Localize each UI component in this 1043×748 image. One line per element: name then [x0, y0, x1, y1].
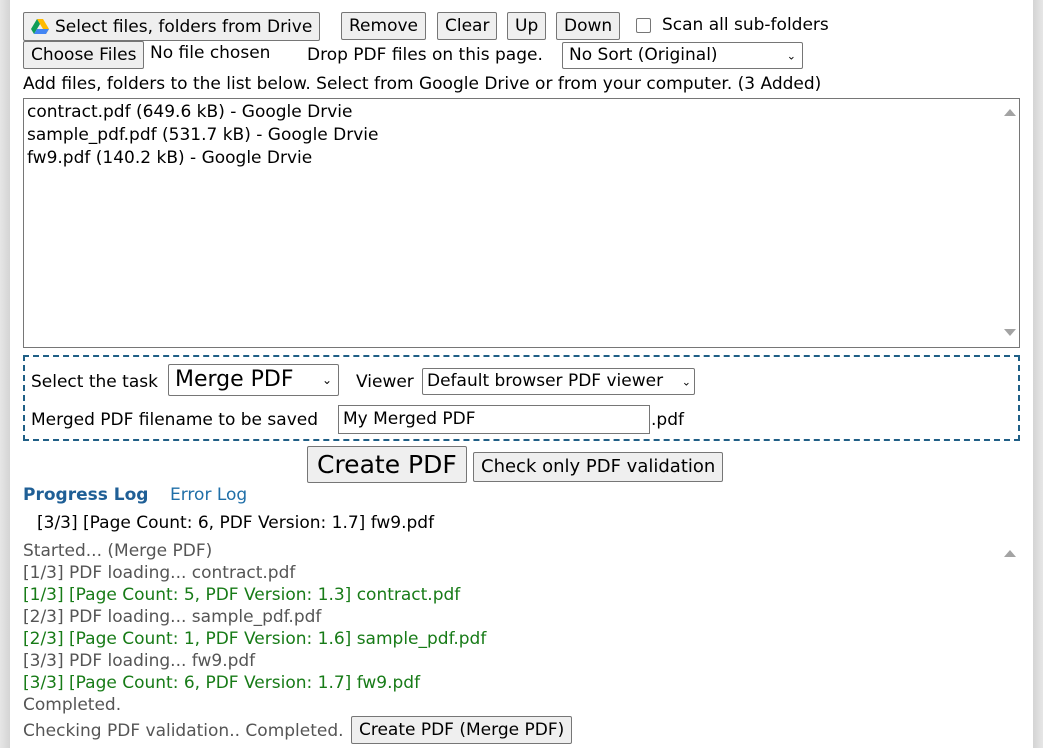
sort-select[interactable]: No Sort (Original) ⌄: [562, 42, 803, 69]
log-line: Started... (Merge PDF): [23, 541, 213, 561]
viewer-label: Viewer: [356, 372, 414, 392]
select-from-drive-button[interactable]: Select files, folders from Drive: [23, 12, 321, 41]
page-scrollbar[interactable]: [1033, 0, 1043, 748]
log-line: [1/3] [Page Count: 5, PDF Version: 1.3] …: [23, 585, 461, 605]
clear-button[interactable]: Clear: [437, 12, 498, 40]
file-list-item[interactable]: fw9.pdf (140.2 kB) - Google Drvie: [27, 147, 1016, 170]
instructions-text: Add files, folders to the list below. Se…: [23, 74, 822, 94]
progress-log[interactable]: Started... (Merge PDF) [1/3] PDF loading…: [23, 540, 1020, 748]
task-options-panel: Select the task Merge PDF ⌄ Viewer Defau…: [23, 355, 1020, 441]
task-select-value: Merge PDF: [175, 367, 294, 392]
up-button[interactable]: Up: [507, 12, 547, 40]
file-list-item[interactable]: contract.pdf (649.6 kB) - Google Drvie: [27, 101, 1016, 124]
filename-input[interactable]: My Merged PDF: [338, 405, 650, 434]
log-line: [3/3] PDF loading... fw9.pdf: [23, 651, 256, 671]
log-line: [1/3] PDF loading... contract.pdf: [23, 563, 296, 583]
create-pdf-button[interactable]: Create PDF: [307, 446, 467, 483]
file-list-item[interactable]: sample_pdf.pdf (531.7 kB) - Google Drvie: [27, 124, 1016, 147]
task-select[interactable]: Merge PDF ⌄: [168, 364, 339, 396]
filename-extension: .pdf: [651, 410, 684, 430]
file-chosen-status: No file chosen: [150, 43, 271, 63]
remove-button[interactable]: Remove: [341, 12, 426, 40]
scan-subfolders-checkbox[interactable]: [636, 18, 651, 33]
viewer-select[interactable]: Default browser PDF viewer ⌄: [422, 368, 695, 395]
chevron-down-icon: ⌄: [786, 49, 796, 62]
check-validation-button[interactable]: Check only PDF validation: [473, 452, 724, 482]
tab-error-log[interactable]: Error Log: [170, 485, 247, 505]
log-line: Completed.: [23, 695, 122, 715]
log-line: [2/3] PDF loading... sample_pdf.pdf: [23, 607, 322, 627]
filename-input-value: My Merged PDF: [343, 409, 476, 429]
file-list[interactable]: contract.pdf (649.6 kB) - Google Drvie s…: [23, 98, 1020, 348]
choose-files-button[interactable]: Choose Files: [23, 41, 145, 69]
log-line: [2/3] [Page Count: 1, PDF Version: 1.6] …: [23, 629, 487, 649]
google-drive-icon: [31, 18, 49, 34]
select-from-drive-label: Select files, folders from Drive: [55, 16, 313, 37]
sort-select-value: No Sort (Original): [569, 45, 718, 65]
log-line: Checking PDF validation.. Completed.: [23, 721, 344, 741]
scan-subfolders-label: Scan all sub-folders: [662, 15, 829, 35]
log-line: [3/3] [Page Count: 6, PDF Version: 1.7] …: [23, 673, 421, 693]
down-button[interactable]: Down: [556, 12, 621, 40]
scroll-up-arrow-icon[interactable]: [1004, 109, 1016, 116]
chevron-down-icon: ⌄: [681, 375, 691, 388]
filename-label: Merged PDF filename to be saved: [31, 410, 318, 430]
tab-progress-log[interactable]: Progress Log: [23, 485, 148, 505]
current-status: [3/3] [Page Count: 6, PDF Version: 1.7] …: [37, 513, 435, 533]
task-label: Select the task: [31, 372, 158, 392]
drop-hint: Drop PDF files on this page.: [307, 45, 543, 65]
log-line-with-action: Checking PDF validation.. Completed. Cre…: [23, 716, 1020, 746]
chevron-down-icon: ⌄: [321, 373, 332, 387]
create-pdf-merge-button[interactable]: Create PDF (Merge PDF): [350, 716, 573, 744]
scroll-down-arrow-icon[interactable]: [1004, 329, 1016, 336]
viewer-select-value: Default browser PDF viewer: [427, 371, 664, 391]
page-left-edge: [0, 0, 10, 748]
scroll-up-arrow-icon[interactable]: [1004, 550, 1016, 557]
